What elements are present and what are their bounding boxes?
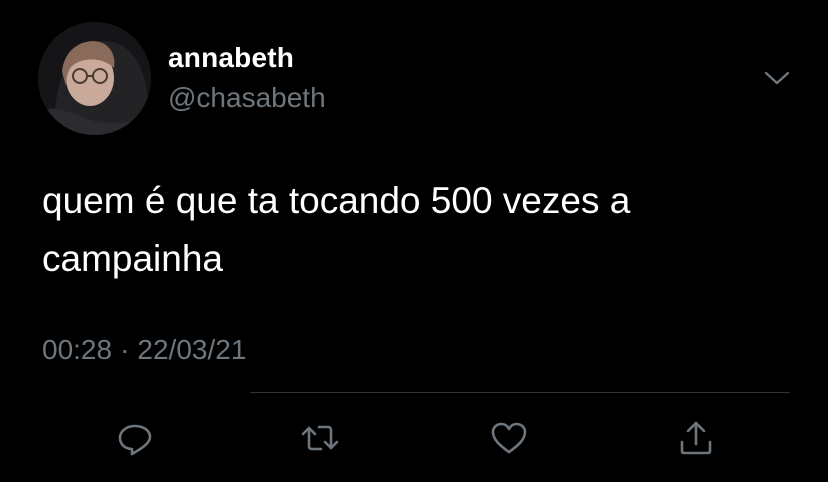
divider — [250, 392, 790, 393]
retweet-button[interactable] — [300, 418, 340, 458]
avatar-photo — [38, 22, 151, 135]
chevron-down-icon[interactable] — [762, 66, 792, 90]
display-name[interactable]: annabeth — [168, 42, 294, 74]
like-button[interactable] — [489, 418, 529, 458]
reply-button[interactable] — [115, 418, 155, 458]
timestamp-separator: · — [120, 334, 130, 365]
retweet-icon — [301, 425, 339, 451]
tweet-text: quem é que ta tocando 500 vezes a campai… — [42, 180, 631, 279]
tweet-timestamp[interactable]: 00:28 · 22/03/21 — [42, 334, 246, 366]
heart-icon — [491, 422, 527, 454]
share-button[interactable] — [676, 418, 716, 458]
share-icon — [680, 421, 712, 455]
user-handle[interactable]: @chasabeth — [168, 82, 326, 114]
tweet-date: 22/03/21 — [137, 334, 247, 365]
reply-icon — [118, 424, 152, 456]
avatar[interactable] — [38, 22, 151, 135]
tweet-time: 00:28 — [42, 334, 113, 365]
